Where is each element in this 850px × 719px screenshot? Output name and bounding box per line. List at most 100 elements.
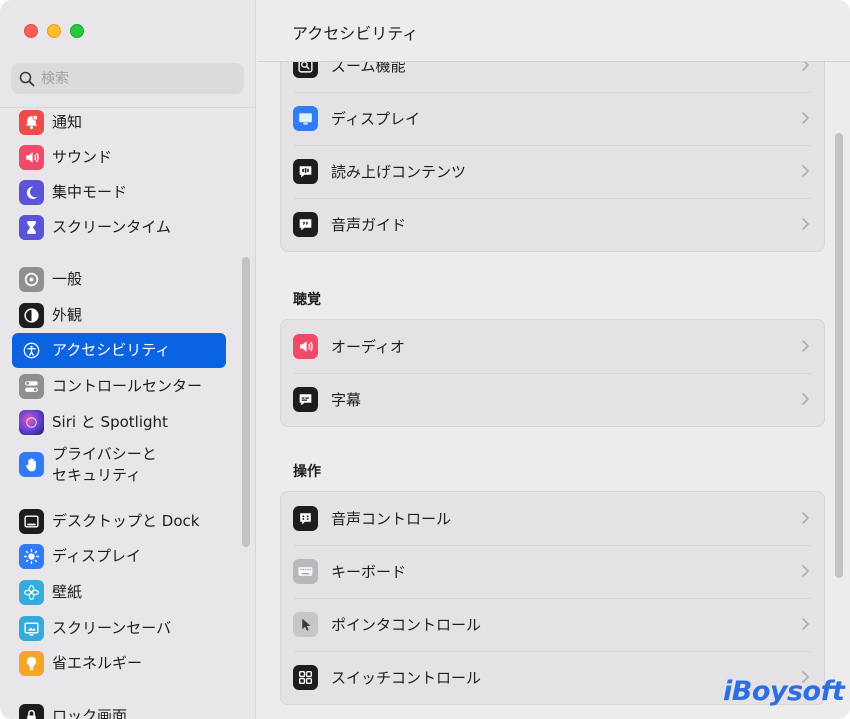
main-pane: ズーム機能 ディスプレイ 読み上げコンテンツ 音声ガイド アクセシビリティ 聴覚… [257, 0, 850, 719]
bell-icon [19, 110, 44, 135]
keyboard-icon [293, 559, 318, 584]
spoken-content-icon [293, 159, 318, 184]
search-icon [19, 71, 35, 86]
close-button[interactable] [24, 24, 38, 38]
row-label: 音声コントロール [331, 510, 452, 528]
siri-icon [19, 410, 44, 435]
minimize-button[interactable] [47, 24, 61, 38]
sidebar-item-desktop-dock[interactable]: デスクトップと Dock [12, 504, 226, 539]
display-icon [293, 106, 318, 131]
sidebar-item-label: アクセシビリティ [52, 341, 171, 359]
row-voiceover[interactable]: 音声ガイド [281, 198, 824, 251]
sidebar-item-label: デスクトップと Dock [52, 512, 200, 530]
row-keyboard[interactable]: キーボード [281, 545, 824, 598]
sidebar-item-label: サウンド [52, 148, 113, 166]
motor-group: 音声コントロール キーボード ポインタコントロール スイッチコントロール [280, 491, 825, 705]
voice-control-icon [293, 506, 318, 531]
row-captions[interactable]: 字幕 [281, 373, 824, 426]
row-display[interactable]: ディスプレイ [281, 92, 824, 145]
sidebar-item-label: Siri と Spotlight [52, 413, 168, 431]
search-field[interactable] [11, 63, 244, 94]
row-label: 読み上げコンテンツ [331, 163, 467, 181]
sidebar-item-label: 通知 [52, 113, 83, 131]
row-spoken-content[interactable]: 読み上げコンテンツ [281, 145, 824, 198]
main-scrollbar[interactable] [835, 133, 843, 578]
sidebar-item-label: スクリーンセーバ [52, 619, 172, 637]
sidebar-scrollbar[interactable] [242, 257, 250, 547]
section-title-motor: 操作 [293, 464, 321, 480]
chevron-right-icon [802, 340, 809, 352]
chevron-right-icon [802, 218, 809, 230]
sun-icon [19, 544, 44, 569]
sidebar-item-appearance[interactable]: 外観 [12, 298, 226, 333]
row-label: オーディオ [331, 338, 405, 356]
window-controls [24, 24, 84, 38]
sidebar-item-general[interactable]: 一般 [12, 262, 226, 297]
chevron-right-icon [802, 512, 809, 524]
sidebar-item-label: 一般 [52, 270, 83, 288]
sidebar-item-lock-screen[interactable]: ロック画面 [12, 699, 226, 719]
hourglass-icon [19, 215, 44, 240]
moon-icon [19, 180, 44, 205]
sidebar-item-focus[interactable]: 集中モード [12, 175, 226, 210]
sidebar-item-notifications[interactable]: 通知 [12, 105, 226, 140]
switch-control-icon [293, 665, 318, 690]
sidebar-item-label: プライバシーと セキュリティ [52, 444, 157, 484]
chevron-right-icon [802, 112, 809, 124]
row-label: ディスプレイ [331, 110, 420, 128]
sidebar-item-energy-saver[interactable]: 省エネルギー [12, 646, 226, 681]
screensaver-icon [19, 616, 44, 641]
row-label: スイッチコントロール [331, 669, 482, 687]
row-label: ポインタコントロール [331, 616, 482, 634]
captions-icon [293, 387, 318, 412]
sidebar-item-screen-saver[interactable]: スクリーンセーバ [12, 611, 226, 646]
hearing-group: オーディオ 字幕 [280, 319, 825, 427]
sidebar-item-label: 集中モード [52, 183, 128, 201]
row-voice-control[interactable]: 音声コントロール [281, 492, 824, 545]
switches-icon [19, 374, 44, 399]
search-input[interactable] [41, 70, 221, 87]
zoom-button[interactable] [70, 24, 84, 38]
section-title-hearing: 聴覚 [293, 292, 321, 308]
appearance-icon [19, 303, 44, 328]
chevron-right-icon [802, 565, 809, 577]
page-title: アクセシビリティ [292, 24, 419, 43]
dock-icon [19, 509, 44, 534]
sidebar-item-label: 壁紙 [52, 583, 83, 601]
speaker-icon [19, 145, 44, 170]
sidebar-item-sound[interactable]: サウンド [12, 140, 226, 175]
bulb-icon [19, 651, 44, 676]
sidebar-item-wallpaper[interactable]: 壁紙 [12, 575, 226, 610]
sidebar-item-label: スクリーンタイム [52, 218, 171, 236]
hand-icon [19, 452, 44, 477]
chevron-right-icon [802, 618, 809, 630]
accessibility-icon [19, 338, 44, 363]
sidebar-item-displays[interactable]: ディスプレイ [12, 539, 226, 574]
flower-icon [19, 580, 44, 605]
row-label: キーボード [331, 563, 407, 581]
sidebar-item-label: 省エネルギー [52, 654, 143, 672]
sidebar-item-screen-time[interactable]: スクリーンタイム [12, 210, 226, 245]
row-label: 字幕 [331, 391, 362, 409]
sidebar-item-siri-spotlight[interactable]: Siri と Spotlight [12, 405, 226, 440]
settings-window: 通知 サウンド 集中モード スクリーンタイム [0, 0, 850, 719]
watermark-logo: iBoysoft [723, 676, 845, 707]
audio-icon [293, 334, 318, 359]
sidebar-item-label: ディスプレイ [52, 547, 141, 565]
sidebar-item-privacy-security[interactable]: プライバシーと セキュリティ [12, 442, 226, 487]
lock-icon [19, 704, 44, 719]
sidebar-item-label: 外観 [52, 306, 83, 324]
vision-group: ズーム機能 ディスプレイ 読み上げコンテンツ 音声ガイド [280, 38, 825, 252]
row-pointer-control[interactable]: ポインタコントロール [281, 598, 824, 651]
row-label: 音声ガイド [331, 216, 407, 234]
row-audio[interactable]: オーディオ [281, 320, 824, 373]
sidebar-item-label: コントロールセンター [52, 377, 203, 395]
chevron-right-icon [802, 393, 809, 405]
sidebar-item-accessibility[interactable]: アクセシビリティ [12, 333, 226, 368]
pointer-icon [293, 612, 318, 637]
sidebar-item-control-center[interactable]: コントロールセンター [12, 369, 226, 404]
main-header: アクセシビリティ [257, 0, 850, 62]
sidebar-item-label: ロック画面 [52, 707, 128, 719]
chevron-right-icon [802, 165, 809, 177]
gear-icon [19, 267, 44, 292]
